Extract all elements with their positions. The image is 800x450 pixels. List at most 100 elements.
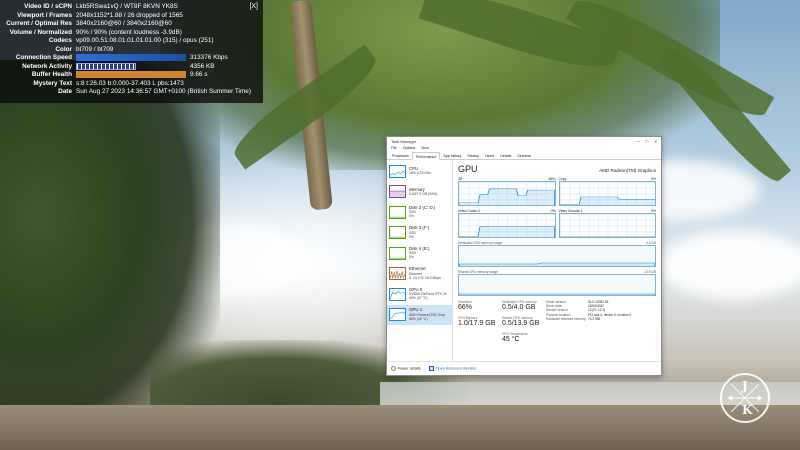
sidebar-item-detail: 40% (47 °C) xyxy=(409,296,428,301)
buffer-health-bar xyxy=(76,71,186,78)
sidebar-item-text: CPU 19% 4.23 GHz xyxy=(409,167,431,175)
open-resource-monitor-label: Open Resource Monitor xyxy=(435,366,476,371)
stats-value-with-bar: 313376 Kbps xyxy=(76,54,259,63)
sidebar-item-detail: S: 24.0 R: 16.0 Mbps xyxy=(409,275,441,280)
sidebar-item-disk-3-f[interactable]: Disk 3 (F:) SSD 0% xyxy=(387,223,452,244)
graph-video-decode-1[interactable]: Video Decode 1 0% xyxy=(558,209,656,238)
task-manager-window: Task Manager – □ × File Options View Pro… xyxy=(386,136,662,376)
stat-gpu-memory: GPU Memory 1.0/17.9 GB xyxy=(458,316,496,329)
disk-graph-icon xyxy=(389,226,406,240)
window-controls: – □ × xyxy=(637,139,657,144)
gpu-title: GPU xyxy=(458,164,478,174)
sidebar-item-gpu-0[interactable]: GPU 0 NVIDIA GeForce RTX 30 40% (47 °C) xyxy=(387,284,452,305)
tab-processes[interactable]: Processes xyxy=(389,152,412,159)
close-button[interactable]: × xyxy=(654,139,657,144)
sidebar-item-detail: 19% 4.23 GHz xyxy=(409,171,432,176)
graph-plot xyxy=(458,181,556,206)
stats-value-with-bar: 9.66 s xyxy=(76,71,259,80)
tab-app-history[interactable]: App history xyxy=(440,152,464,159)
open-resource-monitor-link[interactable]: Open Resource Monitor xyxy=(428,366,476,371)
stat-utilization: Utilization 66% xyxy=(458,300,496,313)
disk-graph-icon xyxy=(389,246,406,260)
disk-graph-icon xyxy=(389,205,406,219)
sidebar-item-text: GPU 0 NVIDIA GeForce RTX 30 40% (47 °C) xyxy=(409,288,447,301)
gpu-header: GPU AMD Radeon(TM) Graphics xyxy=(458,164,656,176)
gpu-model-name: AMD Radeon(TM) Graphics xyxy=(599,168,656,173)
stats-label: Buffer Health xyxy=(31,71,72,78)
sidebar-item-text: Disk 2 (C: D:) SSD 0% xyxy=(409,206,435,219)
graph-plot xyxy=(458,274,656,296)
stat-value: 66% xyxy=(458,304,473,311)
stats-row: Codecs vp09.00.51.08.01.01.01.01.00 (315)… xyxy=(4,37,259,46)
tab-users[interactable]: Users xyxy=(482,152,497,159)
sidebar-item-detail: 66% (45 °C) xyxy=(409,316,428,321)
sidebar-item-disk-4-e[interactable]: Disk 4 (E:) SSD 0% xyxy=(387,243,452,264)
title-bar[interactable]: Task Manager – □ × xyxy=(387,137,661,146)
maximize-button[interactable]: □ xyxy=(646,139,649,144)
stats-label: Color xyxy=(55,45,72,53)
sidebar-item-cpu[interactable]: CPU 19% 4.23 GHz xyxy=(387,161,452,182)
stats-value: bt709 / bt709 xyxy=(76,45,114,53)
stat-value: 45 °C xyxy=(502,336,520,343)
graph-plot xyxy=(558,213,656,238)
footer-bar: Fewer details Open Resource Monitor xyxy=(387,361,661,375)
sidebar-item-text: Disk 4 (E:) SSD 0% xyxy=(409,247,430,260)
tab-services[interactable]: Services xyxy=(514,152,534,159)
stats-row: Volume / Normalized 90% / 90% (content lo… xyxy=(4,29,259,38)
tab-bar: Processes Performance App history Startu… xyxy=(387,152,661,160)
stats-value: 2048x1152*1.88 / 26 dropped of 1565 xyxy=(76,11,183,19)
sidebar-item-memory[interactable]: Memory 9.6/27.9 GB (34%) xyxy=(387,182,452,203)
sidebar-item-gpu-1[interactable]: GPU 1 AMD Radeon(TM) Grap 66% (45 °C) xyxy=(387,304,452,325)
sidebar-item-text: GPU 1 AMD Radeon(TM) Grap 66% (45 °C) xyxy=(409,308,445,321)
cpu-graph-icon xyxy=(389,164,406,178)
window-title: Task Manager xyxy=(391,139,417,144)
stats-value: Lkb5RSwa1vQ / WT8F 8KVN YK8S xyxy=(76,3,178,10)
gpu-graph-icon xyxy=(389,287,406,301)
stat-shared-memory: Shared GPU memory 0.5/13.9 GB xyxy=(502,316,540,329)
tab-performance[interactable]: Performance xyxy=(411,152,441,160)
graph-3d[interactable]: 3D 66% xyxy=(458,177,556,206)
graph-video-codec-0[interactable]: Video Codec 0 0% xyxy=(458,209,556,238)
stats-row: Buffer Health 9.66 s xyxy=(4,71,259,80)
fewer-details-button[interactable]: Fewer details xyxy=(391,366,421,371)
stats-row: Connection Speed 313376 Kbps xyxy=(4,54,259,63)
stats-label: Volume / Normalized xyxy=(9,28,72,36)
graph-copy[interactable]: Copy 0% xyxy=(558,177,656,206)
shared-memory-graph: Shared GPU memory usage 13.9 GB xyxy=(458,270,656,296)
tab-startup[interactable]: Startup xyxy=(464,152,482,159)
stats-label: Mystery Text xyxy=(33,79,72,87)
beach xyxy=(0,405,800,450)
jk-watermark-logo: J K xyxy=(720,373,770,423)
stats-column: Dedicated GPU memory 0.5/4.0 GB Shared GP… xyxy=(502,300,540,348)
driver-details: Driver version: 31.0.12002.92 Driver date… xyxy=(546,300,656,348)
sidebar-item-text: Ethernet Ethernet S: 24.0 R: 16.0 Mbps xyxy=(409,267,441,280)
resource-sidebar: CPU 19% 4.23 GHz Memory 9.6/27.9 GB (34%) Di… xyxy=(387,161,453,361)
stat-value: 0.5/13.9 GB xyxy=(502,320,540,327)
stats-row: Network Activity 4356 KB xyxy=(4,62,259,72)
sidebar-item-detail: 9.6/27.9 GB (34%) xyxy=(409,191,438,196)
stats-row: Current / Optimal Res 3840x2160@60 / 3840… xyxy=(4,20,259,29)
stats-value: s:8 t:26.03 b:0.000-37.403 L pbs:1473 xyxy=(76,79,184,87)
tab-details[interactable]: Details xyxy=(497,152,514,159)
gpu-detail-panel: GPU AMD Radeon(TM) Graphics 3D 66% Copy 0%… xyxy=(453,161,661,361)
stats-value: 90% / 90% (content loudness -3.9dB) xyxy=(76,28,182,36)
sidebar-item-detail: 0% xyxy=(409,214,414,219)
close-stats-button[interactable]: [X] xyxy=(249,3,258,12)
graph-plot xyxy=(458,245,656,267)
stats-value: 3840x2160@60 / 3840x2160@60 xyxy=(76,20,172,27)
sidebar-item-ethernet[interactable]: Ethernet Ethernet S: 24.0 R: 16.0 Mbps xyxy=(387,264,452,285)
stats-row: Date Sun Aug 27 2023 14:36:57 GMT+0100 (B… xyxy=(4,88,259,97)
minimize-button[interactable]: – xyxy=(637,139,640,144)
network-activity-bar xyxy=(76,62,136,70)
sidebar-item-disk-2-c-d[interactable]: Disk 2 (C: D:) SSD 0% xyxy=(387,202,452,223)
logo-letter: K xyxy=(742,403,753,417)
stats-column: Utilization 66% GPU Memory 1.0/17.9 GB xyxy=(458,300,496,348)
stats-value: 313376 Kbps xyxy=(190,54,228,62)
sidebar-item-detail: 0% xyxy=(409,234,414,239)
stats-row: Viewport / Frames 2048x1152*1.88 / 26 dro… xyxy=(4,12,259,21)
stats-label: Viewport / Frames xyxy=(17,11,72,19)
stats-value: 9.66 s xyxy=(190,71,208,79)
stats-value-with-bar: 4356 KB xyxy=(76,62,259,72)
sidebar-item-detail: 0% xyxy=(409,255,414,260)
logo-letter: J xyxy=(742,379,748,393)
